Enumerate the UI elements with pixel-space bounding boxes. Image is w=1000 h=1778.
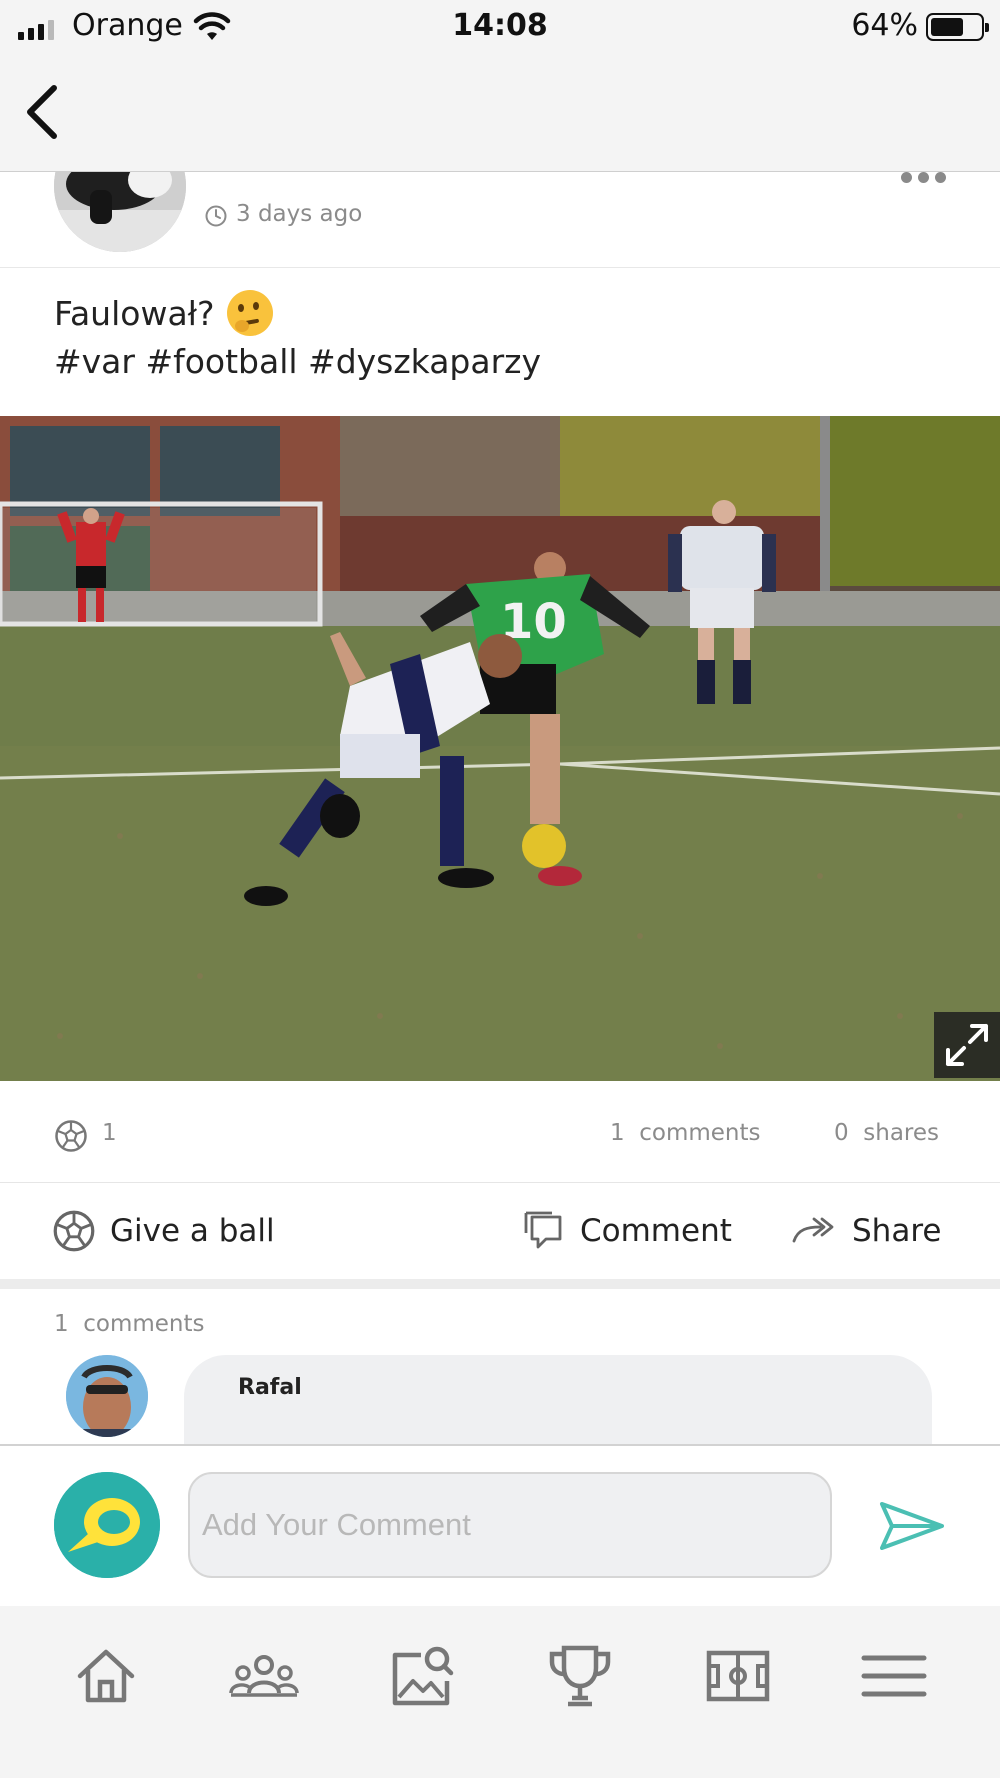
menu-icon[interactable] (854, 1636, 934, 1716)
give-ball-button[interactable]: Give a ball (52, 1183, 275, 1279)
battery-icon (926, 13, 989, 41)
comment-button[interactable]: Comment (522, 1183, 732, 1279)
clock-time: 14:08 (452, 8, 548, 43)
expand-icon[interactable] (934, 1012, 1000, 1078)
comments-heading: 1 comments (54, 1311, 205, 1337)
comments-count[interactable]: 1 comments (610, 1120, 761, 1146)
post-header: 3 days ago (0, 172, 1000, 268)
share-button[interactable]: Share (790, 1183, 941, 1279)
commenter-name[interactable]: Rafal (238, 1375, 302, 1400)
post-body: Faulował? #var #football #dyszkaparzy (0, 268, 1000, 416)
ball-icon (55, 1120, 87, 1152)
bottom-tab-bar (0, 1606, 1000, 1778)
commenter-avatar[interactable] (66, 1355, 148, 1437)
give-ball-label: Give a ball (110, 1213, 275, 1249)
comment-composer (0, 1446, 1000, 1606)
author-avatar[interactable] (54, 172, 186, 252)
author-name-cutoff (210, 172, 430, 176)
more-options-icon[interactable] (901, 172, 946, 183)
post-photo[interactable]: 10 (0, 416, 1000, 1081)
pitch-icon[interactable] (698, 1636, 778, 1716)
comment-input[interactable] (188, 1472, 832, 1578)
current-user-avatar (54, 1472, 160, 1578)
football-scene-image: 10 (0, 416, 1000, 1081)
post-stats: 1 1 comments 0 shares (0, 1081, 1000, 1183)
send-icon[interactable] (876, 1498, 948, 1554)
post-caption: Faulował? (54, 290, 273, 336)
battery-percentage: 64% (851, 8, 918, 43)
status-bar: Orange 14:08 64% (0, 0, 1000, 56)
navigation-bar (0, 56, 1000, 172)
post-timestamp: 3 days ago (236, 201, 363, 227)
share-arrow-icon (792, 1217, 834, 1243)
comment-icon (524, 1211, 562, 1249)
ball-count: 1 (102, 1120, 117, 1146)
shares-count[interactable]: 0 shares (834, 1120, 939, 1146)
share-label: Share (852, 1213, 942, 1249)
post-actions: Give a ball Comment Share (0, 1183, 1000, 1279)
clock-icon (205, 205, 227, 227)
post-hashtags[interactable]: #var #football #dyszkaparzy (54, 342, 541, 381)
trophy-icon[interactable] (540, 1636, 620, 1716)
gallery-search-icon[interactable] (382, 1636, 462, 1716)
chevron-left-icon[interactable] (18, 82, 68, 142)
comment-label: Comment (580, 1213, 732, 1249)
section-divider (0, 1279, 1000, 1289)
comments-section: 1 comments Rafal (0, 1289, 1000, 1446)
caption-text: Faulował? (54, 293, 215, 333)
ball-icon (53, 1210, 95, 1252)
home-icon[interactable] (66, 1636, 146, 1716)
thinking-face-emoji (226, 290, 273, 336)
comment-bubble (184, 1355, 932, 1444)
people-icon[interactable] (224, 1636, 304, 1716)
